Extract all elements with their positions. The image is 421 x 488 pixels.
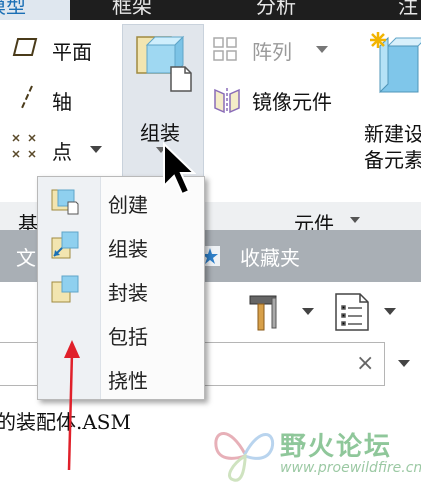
package-icon	[51, 275, 79, 303]
pattern-icon	[213, 37, 237, 61]
point-label: 点	[52, 140, 72, 164]
list-document-icon	[335, 293, 369, 331]
plane-label: 平面	[52, 40, 92, 64]
red-arrow-annotation	[64, 340, 80, 471]
mirror-icon	[214, 88, 240, 114]
create-component-button[interactable]: 新建设 备元素	[364, 28, 421, 198]
menu-item-package[interactable]: 封装	[38, 267, 204, 311]
new-component-label-2: 备元素	[364, 148, 421, 172]
tab-model-label: 模型	[0, 0, 26, 18]
chevron-down-icon	[384, 308, 396, 315]
pattern-label: 阵列	[252, 40, 292, 64]
chevron-down-icon	[350, 217, 360, 223]
point-button[interactable]: 点	[10, 132, 102, 166]
axis-button[interactable]: 轴	[16, 84, 72, 114]
watermark-url: www.proewildfire.cn	[280, 460, 421, 476]
tab-model[interactable]: 模型	[0, 0, 70, 20]
menu-item-label: 组装	[108, 237, 148, 261]
new-component-icon	[370, 32, 421, 94]
plane-icon	[12, 38, 38, 56]
tab-frame[interactable]: 框架	[112, 0, 152, 19]
tab-navigator[interactable]: 文	[16, 242, 36, 271]
new-component-label-1: 新建设	[364, 122, 421, 146]
chevron-down-icon	[90, 146, 102, 153]
tab-analysis[interactable]: 分析	[256, 0, 296, 19]
chevron-down-icon	[302, 308, 314, 315]
create-component-icon	[51, 189, 79, 215]
show-options-button[interactable]	[334, 292, 396, 336]
tab-annotate[interactable]: 注	[398, 0, 418, 19]
assemble-icon	[51, 231, 79, 259]
clear-icon[interactable]: ×	[356, 351, 374, 376]
menu-item-label: 挠性	[108, 369, 148, 393]
assemble-icon	[136, 35, 192, 92]
menu-item-assemble[interactable]: 组装	[38, 223, 204, 267]
mirror-component-button[interactable]: 镜像元件	[212, 86, 332, 118]
menu-item-label: 包括	[108, 325, 148, 349]
plane-button[interactable]: 平面	[12, 36, 92, 64]
axis-label: 轴	[52, 90, 72, 114]
menu-item-label: 封装	[108, 281, 148, 305]
pattern-button[interactable]: 阵列	[212, 36, 328, 66]
mouse-cursor-icon	[163, 142, 196, 196]
point-icon	[12, 134, 36, 158]
hammer-icon	[249, 295, 277, 331]
menu-item-label: 创建	[108, 193, 148, 217]
forum-watermark: 野火论坛 www.proewildfire.cn	[210, 418, 421, 488]
ribbon-tab-strip: 模型 框架 分析 注	[0, 0, 421, 20]
butterfly-logo-icon	[214, 432, 275, 482]
mirror-label: 镜像元件	[252, 90, 332, 114]
axis-icon	[21, 85, 33, 109]
settings-tools-button[interactable]	[248, 292, 314, 336]
watermark-title: 野火论坛	[280, 432, 393, 462]
chevron-down-icon	[316, 46, 328, 53]
tab-favorites[interactable]: 收藏夹	[240, 242, 300, 271]
chevron-down-icon[interactable]	[398, 360, 410, 368]
